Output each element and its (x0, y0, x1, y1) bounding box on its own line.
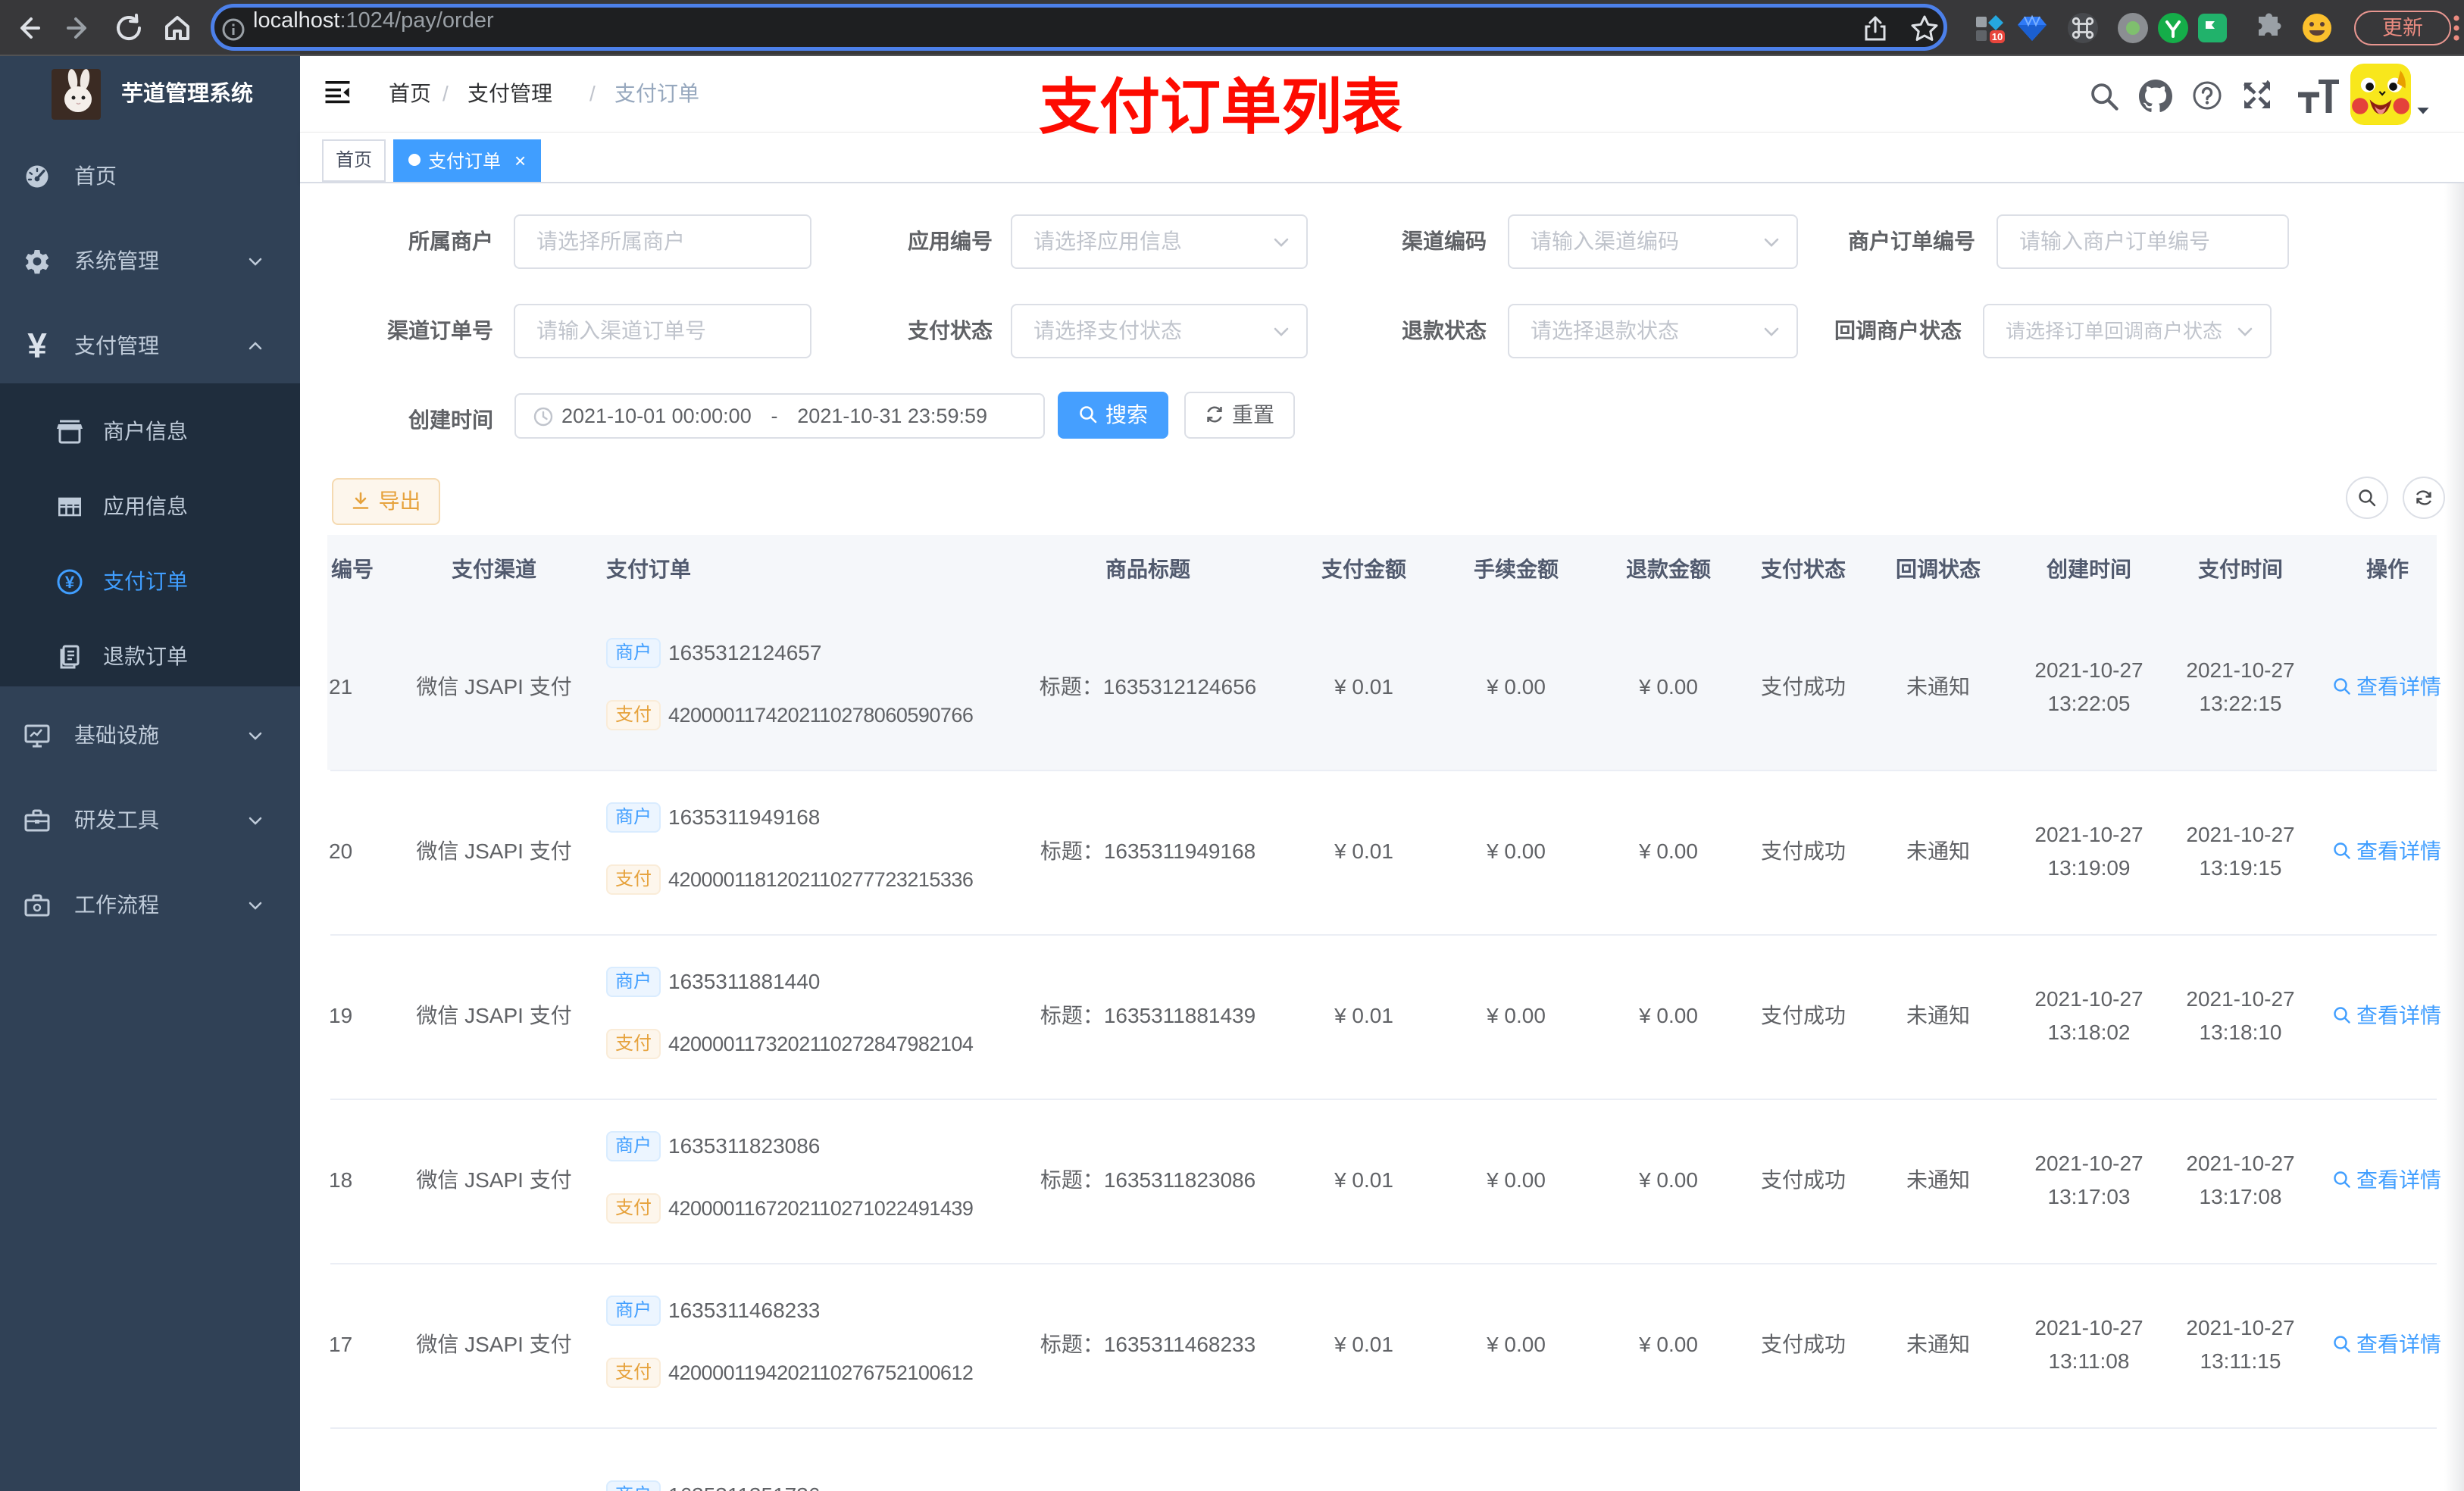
svg-text:10: 10 (1992, 31, 2003, 42)
svg-text:¥: ¥ (65, 573, 75, 592)
